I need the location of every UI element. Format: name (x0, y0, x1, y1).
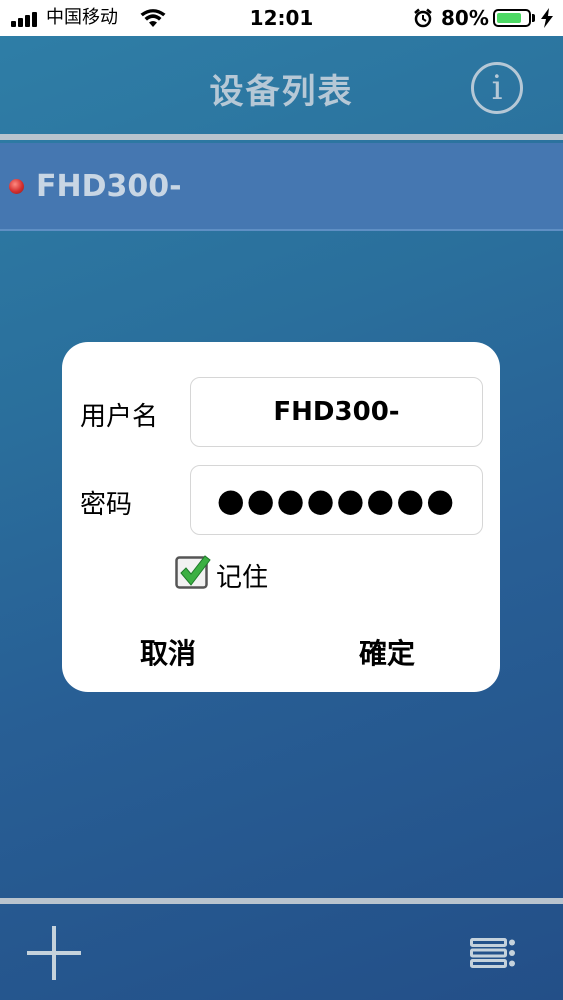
battery-cap (532, 14, 535, 22)
info-icon[interactable]: i (471, 62, 523, 114)
alarm-icon (414, 8, 432, 28)
device-list-item[interactable]: FHD300- (0, 143, 563, 231)
battery-icon (493, 9, 531, 27)
device-name: FHD300- (36, 169, 182, 204)
charging-bolt-icon (541, 8, 553, 28)
nav-divider (0, 134, 563, 140)
remember-label: 记住 (216, 563, 269, 593)
login-dialog: 用户名 FHD300- 密码 ●●●●●●●● 记住 取消 確定 (62, 342, 500, 692)
battery-level-fill (497, 13, 521, 23)
password-label: 密码 (80, 490, 133, 520)
username-field[interactable]: FHD300- (190, 377, 483, 447)
device-status-icon (9, 179, 24, 194)
remember-checkbox[interactable] (175, 554, 211, 590)
plus-icon[interactable] (27, 926, 81, 980)
username-label: 用户名 (80, 402, 159, 432)
bottom-toolbar (0, 904, 563, 1000)
confirm-button[interactable]: 確定 (359, 632, 415, 672)
cancel-button[interactable]: 取消 (140, 632, 196, 672)
password-field[interactable]: ●●●●●●●● (190, 465, 483, 535)
battery-percent: 80% (441, 6, 489, 30)
list-settings-icon[interactable] (470, 938, 516, 968)
status-bar: 中国移动 12:01 80% (0, 0, 563, 36)
nav-bar: 设备列表 i (0, 36, 563, 136)
